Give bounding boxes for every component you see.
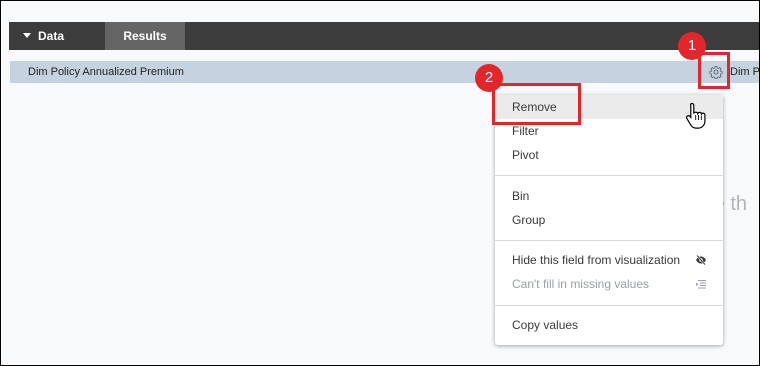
annotation-highlight-gear (698, 52, 730, 89)
hand-pointer-cursor-icon (685, 102, 706, 129)
next-field-name-label[interactable]: Dim P (730, 61, 759, 83)
tab-results-label: Results (123, 29, 167, 43)
screenshot-frame: Data Results Dim Policy Annualized Premi… (0, 0, 760, 366)
menu-item-hide-field[interactable]: Hide this field from visualization (495, 248, 723, 272)
menu-item-copy-values-label: Copy values (512, 318, 579, 332)
menu-item-bin-label: Bin (512, 189, 530, 203)
eye-slash-icon (696, 254, 706, 266)
menu-item-group-label: Group (512, 213, 546, 227)
caret-down-icon (23, 33, 31, 39)
tab-results[interactable]: Results (105, 22, 185, 50)
menu-item-pivot[interactable]: Pivot (495, 143, 723, 167)
annotation-badge-1: 1 (678, 32, 706, 60)
menu-item-group[interactable]: Group (495, 208, 723, 232)
tab-data-label: Data (38, 29, 65, 43)
annotation-highlight-remove (492, 83, 581, 125)
menu-item-filter-label: Filter (512, 124, 539, 138)
menu-item-hide-field-label: Hide this field from visualization (512, 253, 681, 267)
top-tab-bar: Data Results (9, 22, 759, 50)
field-name-label[interactable]: Dim Policy Annualized Premium (28, 61, 184, 83)
menu-divider (495, 240, 723, 241)
tab-data[interactable]: Data (17, 22, 99, 50)
menu-item-fill-missing-label: Can't fill in missing values (512, 277, 650, 291)
menu-divider (495, 175, 723, 176)
menu-item-fill-missing: Can't fill in missing values (495, 272, 723, 296)
menu-item-copy-values[interactable]: Copy values (495, 313, 723, 337)
field-header-row: Dim Policy Annualized Premium Dim P (10, 61, 759, 83)
menu-item-pivot-label: Pivot (512, 148, 539, 162)
field-context-menu: Remove Filter Pivot Bin Group Hide this … (495, 95, 723, 345)
menu-item-bin[interactable]: Bin (495, 184, 723, 208)
menu-divider (495, 305, 723, 306)
annotation-badge-2: 2 (475, 64, 503, 92)
fill-values-icon (696, 280, 706, 289)
